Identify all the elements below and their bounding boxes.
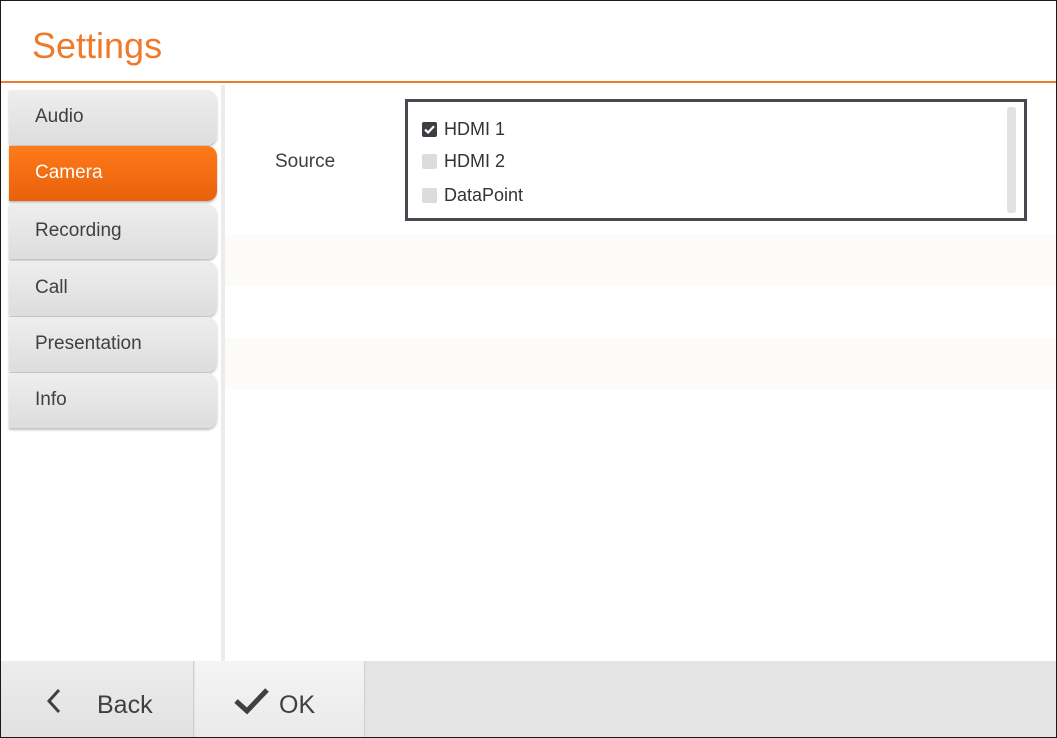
checkbox[interactable] — [422, 187, 437, 203]
source-list: HDMI 1 HDMI 2 DataPoint — [405, 99, 1027, 221]
ok-label: OK — [279, 691, 316, 719]
ok-button[interactable]: OK — [195, 661, 365, 737]
sidebar-item-camera[interactable]: Camera — [9, 146, 217, 201]
sidebar-item-presentation[interactable]: Presentation — [9, 317, 217, 372]
sidebar-item-call[interactable]: Call — [9, 261, 217, 316]
chevron-left-icon — [46, 688, 61, 714]
checkmark-icon — [234, 688, 269, 715]
source-option-hdmi2[interactable]: HDMI 2 — [422, 149, 505, 173]
option-label: DataPoint — [444, 184, 524, 205]
source-option-datapoint[interactable]: DataPoint — [422, 183, 523, 207]
settings-window: Settings Audio Camera Recording Call Pre… — [0, 0, 1057, 738]
header: Settings — [1, 1, 1056, 83]
option-label: HDMI 1 — [444, 118, 506, 139]
back-button[interactable]: Back — [1, 661, 194, 737]
sidebar-item-label: Call — [35, 277, 68, 298]
sidebar-item-info[interactable]: Info — [9, 373, 217, 428]
row-stripe — [225, 338, 1056, 389]
checkbox[interactable] — [422, 121, 437, 137]
sidebar-item-label: Info — [35, 389, 67, 410]
sidebar: Audio Camera Recording Call Presentation… — [9, 90, 217, 430]
scrollbar[interactable] — [1007, 107, 1016, 213]
check-icon — [424, 125, 435, 134]
row-stripe — [225, 235, 1056, 286]
source-option-hdmi1[interactable]: HDMI 1 — [422, 117, 505, 141]
sidebar-item-label: Audio — [35, 106, 84, 127]
checkbox[interactable] — [422, 153, 437, 169]
source-label: Source — [275, 151, 336, 172]
camera-settings-panel: Source HDMI 1 HDMI 2 DataPoint — [225, 85, 1056, 661]
sidebar-item-label: Presentation — [35, 333, 142, 354]
option-label: HDMI 2 — [444, 150, 506, 171]
sidebar-item-audio[interactable]: Audio — [9, 90, 217, 145]
sidebar-item-label: Camera — [35, 162, 103, 183]
back-label: Back — [97, 691, 153, 719]
sidebar-item-recording[interactable]: Recording — [9, 204, 217, 259]
page-title: Settings — [32, 25, 163, 66]
sidebar-item-label: Recording — [35, 220, 122, 241]
footer-bar: Back OK — [1, 661, 1056, 737]
